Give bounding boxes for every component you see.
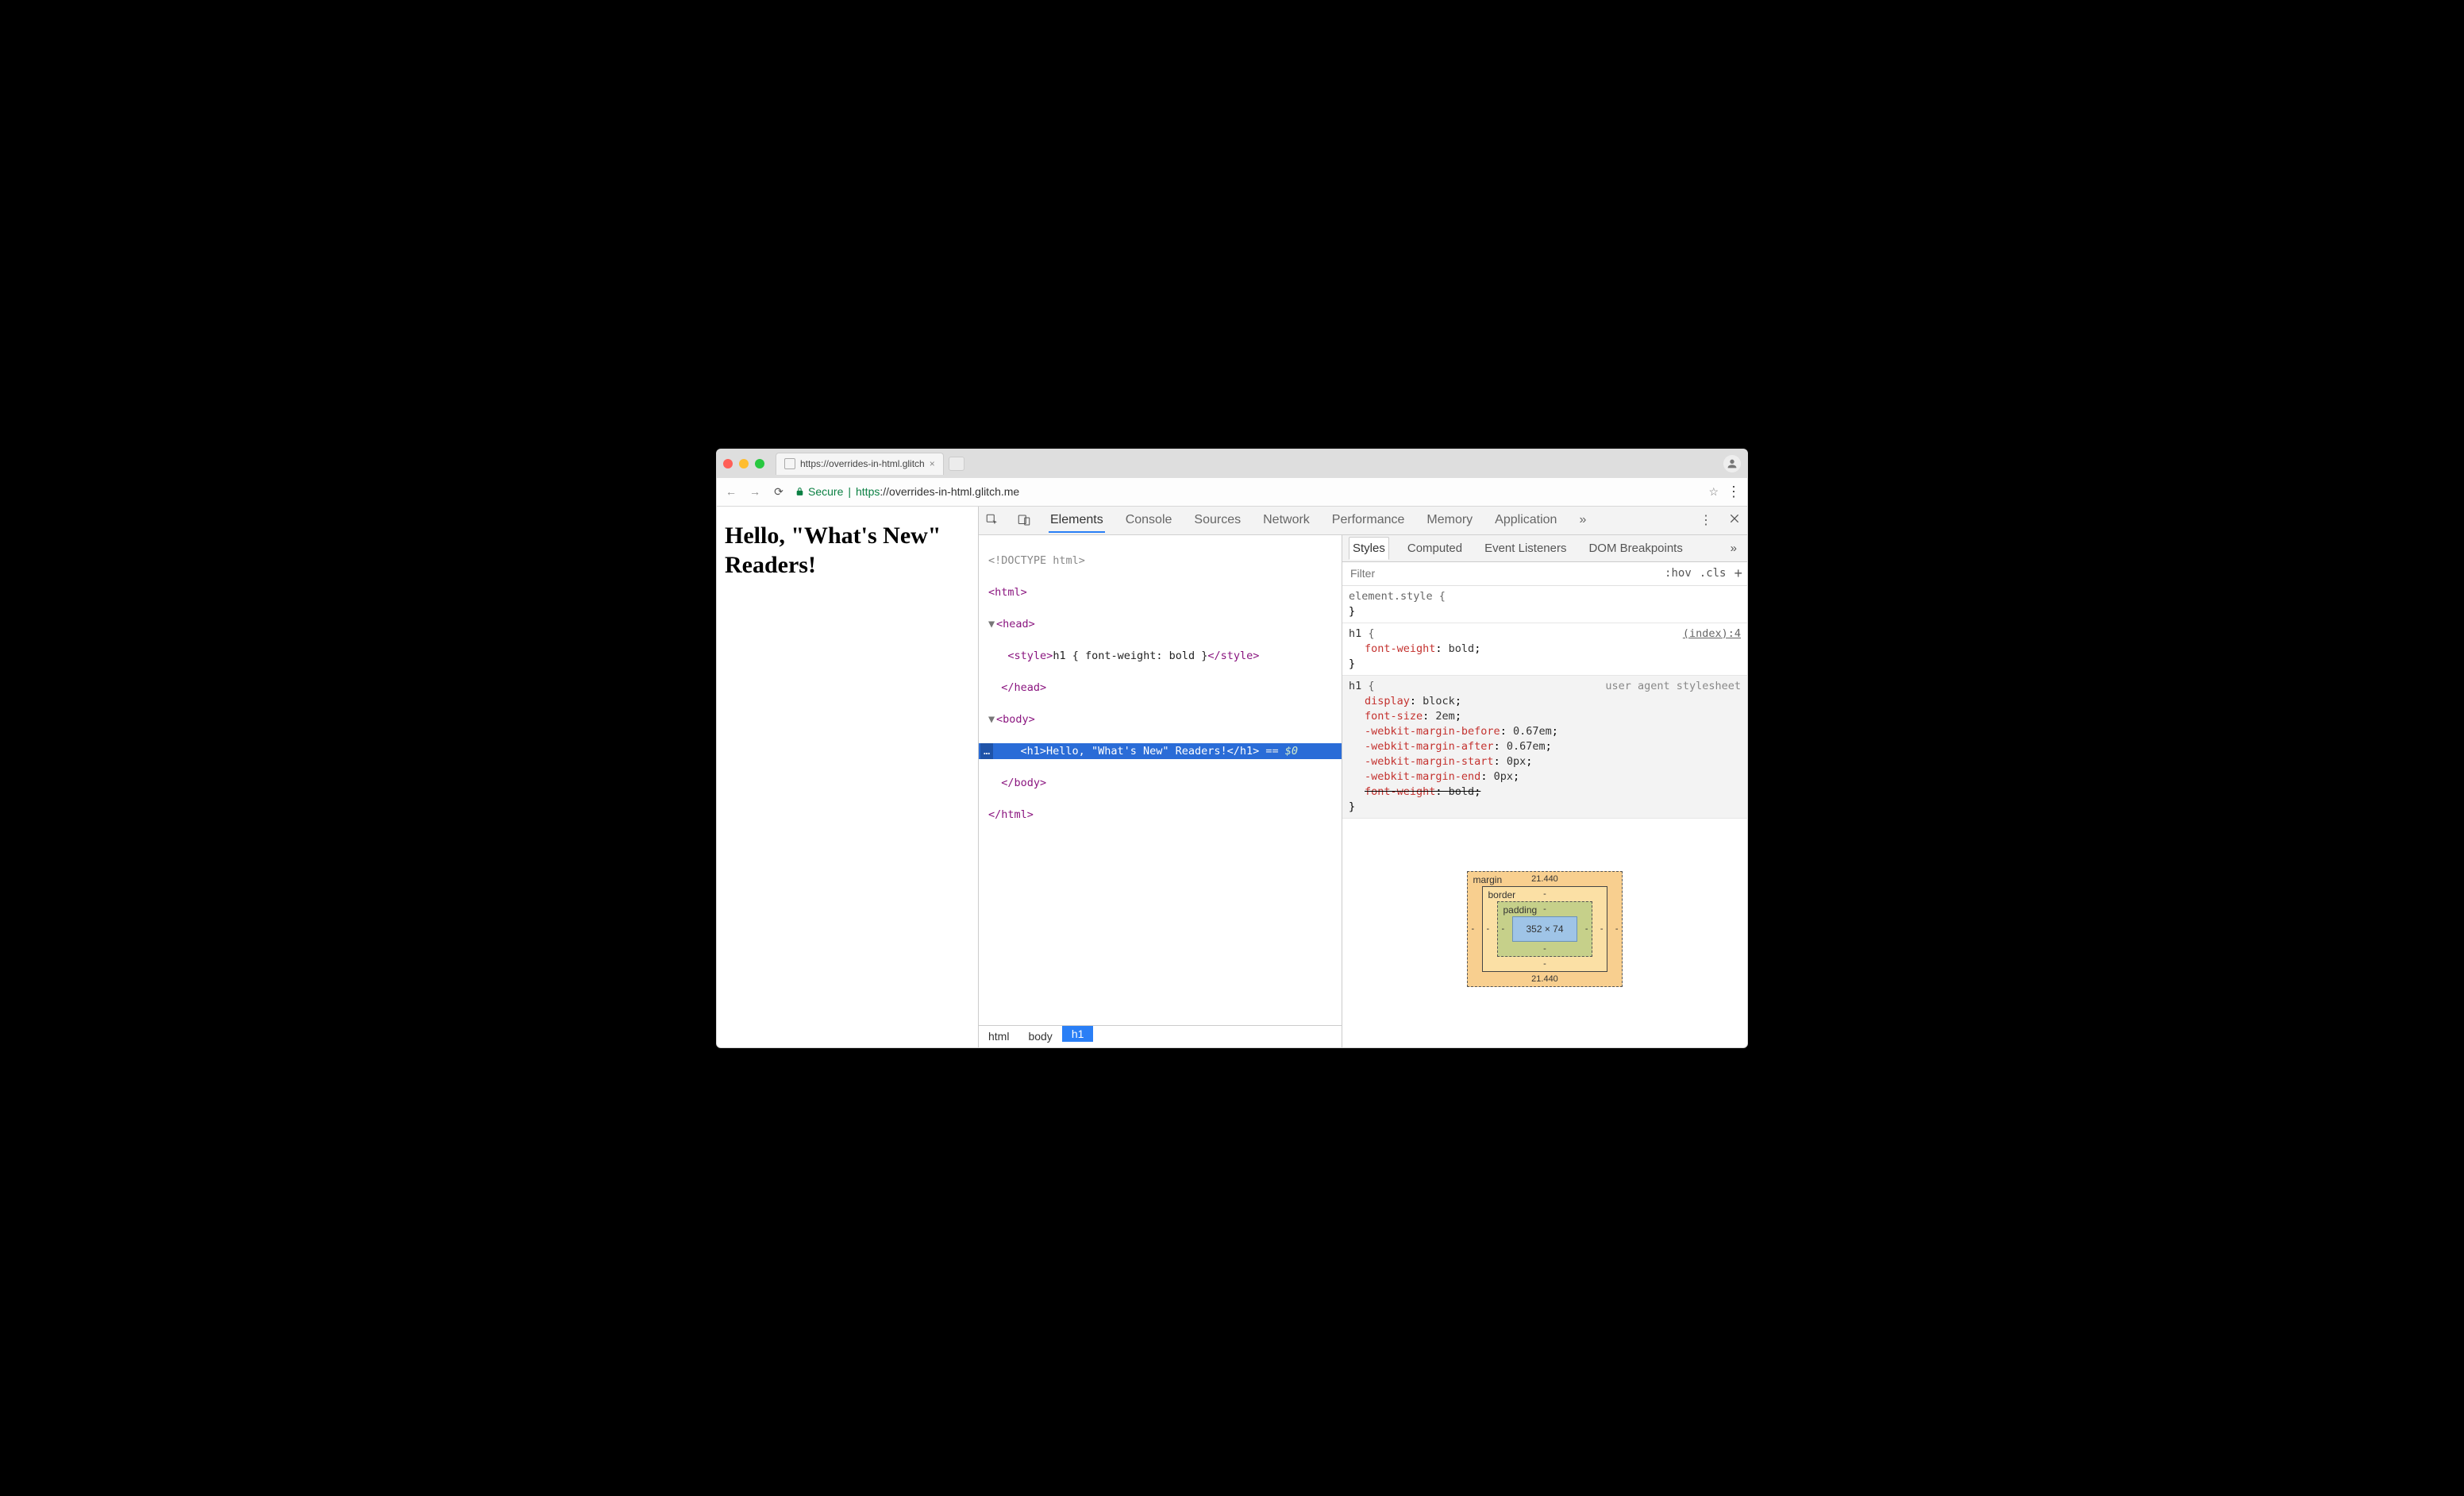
- page-favicon-icon: [784, 458, 795, 469]
- forward-button[interactable]: →: [747, 485, 763, 498]
- dom-selected-node[interactable]: … <h1>Hello, "What's New" Readers!</h1> …: [979, 743, 1342, 759]
- dom-breadcrumb: html body h1: [979, 1025, 1342, 1047]
- devtools-panel: Elements Console Sources Network Perform…: [979, 507, 1747, 1047]
- new-tab-button[interactable]: [949, 457, 964, 471]
- disclosure-triangle-icon[interactable]: ▼: [988, 616, 996, 632]
- browser-tab[interactable]: https://overrides-in-html.glitch ×: [776, 453, 944, 475]
- security-indicator[interactable]: Secure: [795, 485, 843, 498]
- breadcrumb-html[interactable]: html: [979, 1026, 1018, 1047]
- devtools-close-button[interactable]: [1728, 512, 1741, 529]
- devtools-tabs: Elements Console Sources Network Perform…: [1049, 508, 1682, 533]
- tab-elements[interactable]: Elements: [1049, 508, 1105, 533]
- reload-button[interactable]: ⟳: [771, 485, 787, 499]
- breadcrumb-h1[interactable]: h1: [1062, 1026, 1094, 1042]
- minimize-window-button[interactable]: [739, 459, 749, 468]
- tab-dom-breakpoints[interactable]: DOM Breakpoints: [1584, 537, 1686, 560]
- url-separator: |: [848, 485, 851, 498]
- box-margin[interactable]: margin 21.440 21.440 - - border - - -: [1467, 871, 1622, 987]
- new-style-rule-button[interactable]: +: [1734, 565, 1742, 582]
- window-controls: [723, 459, 764, 468]
- disclosure-triangle-icon[interactable]: ▼: [988, 711, 996, 727]
- styles-filter-row: :hov .cls +: [1342, 562, 1747, 586]
- styles-panel: Styles Computed Event Listeners DOM Brea…: [1342, 535, 1747, 1047]
- cls-toggle[interactable]: .cls: [1700, 567, 1727, 580]
- toolbar: ← → ⟳ Secure | https://overrides-in-html…: [717, 478, 1747, 507]
- elements-tree: <!DOCTYPE html> <html> ▼<head> <style>h1…: [979, 535, 1342, 1047]
- tab-event-listeners[interactable]: Event Listeners: [1480, 537, 1570, 560]
- browser-window: https://overrides-in-html.glitch × ← → ⟳…: [716, 449, 1748, 1048]
- tab-performance[interactable]: Performance: [1330, 508, 1407, 532]
- profile-icon: [1726, 457, 1738, 470]
- tab-console[interactable]: Console: [1124, 508, 1174, 532]
- devtools-toolbar: Elements Console Sources Network Perform…: [979, 507, 1747, 535]
- box-padding[interactable]: padding - - - - 352 × 74: [1497, 901, 1592, 957]
- tab-strip: https://overrides-in-html.glitch ×: [717, 449, 1747, 478]
- url-text: https://overrides-in-html.glitch.me: [856, 485, 1019, 498]
- box-model: margin 21.440 21.440 - - border - - -: [1342, 819, 1747, 1047]
- tab-styles[interactable]: Styles: [1349, 537, 1389, 560]
- zoom-window-button[interactable]: [755, 459, 764, 468]
- device-icon: [1017, 513, 1031, 527]
- tab-network[interactable]: Network: [1261, 508, 1311, 532]
- lock-icon: [795, 487, 805, 497]
- box-content[interactable]: 352 × 74: [1512, 916, 1577, 942]
- style-rules: element.style {}h1 {(index):4font-weight…: [1342, 586, 1747, 819]
- box-border[interactable]: border - - - - padding - - -: [1482, 886, 1607, 972]
- styles-tabs: Styles Computed Event Listeners DOM Brea…: [1342, 535, 1747, 562]
- profile-button[interactable]: [1723, 455, 1741, 472]
- selection-gutter: …: [980, 743, 993, 759]
- tab-title: https://overrides-in-html.glitch: [800, 458, 925, 469]
- close-tab-icon[interactable]: ×: [930, 458, 935, 469]
- tab-application[interactable]: Application: [1493, 508, 1558, 532]
- close-window-button[interactable]: [723, 459, 733, 468]
- dom-doctype[interactable]: <!DOCTYPE html>: [988, 554, 1085, 567]
- content-area: Hello, "What's New" Readers! Elements Co…: [717, 507, 1747, 1047]
- tabs-overflow[interactable]: »: [1577, 508, 1588, 532]
- tab-memory[interactable]: Memory: [1425, 508, 1474, 532]
- style-rule[interactable]: h1 {(index):4font-weight: bold;}: [1342, 623, 1747, 676]
- bookmark-button[interactable]: ☆: [1708, 485, 1719, 499]
- breadcrumb-body[interactable]: body: [1018, 1026, 1061, 1047]
- inspect-icon: [985, 513, 999, 527]
- tab-computed[interactable]: Computed: [1403, 537, 1466, 560]
- device-toolbar-button[interactable]: [1017, 513, 1031, 527]
- rendered-page: Hello, "What's New" Readers!: [717, 507, 979, 1047]
- devtools-menu-button[interactable]: ⋮: [1700, 512, 1712, 528]
- styles-filter-input[interactable]: [1350, 567, 1657, 580]
- page-heading: Hello, "What's New" Readers!: [725, 521, 970, 580]
- chrome-menu-button[interactable]: ⋮: [1727, 484, 1741, 500]
- styles-tabs-overflow[interactable]: »: [1727, 537, 1741, 560]
- hov-toggle[interactable]: :hov: [1665, 567, 1692, 580]
- tab-sources[interactable]: Sources: [1192, 508, 1242, 532]
- secure-label: Secure: [808, 485, 843, 498]
- address-bar[interactable]: Secure | https://overrides-in-html.glitc…: [795, 485, 1700, 498]
- inspect-element-button[interactable]: [985, 513, 999, 527]
- style-rule[interactable]: h1 {user agent stylesheetdisplay: block;…: [1342, 676, 1747, 819]
- style-rule[interactable]: element.style {}: [1342, 586, 1747, 623]
- back-button[interactable]: ←: [723, 485, 739, 498]
- close-icon: [1728, 512, 1741, 525]
- dom-tree[interactable]: <!DOCTYPE html> <html> ▼<head> <style>h1…: [979, 535, 1342, 1025]
